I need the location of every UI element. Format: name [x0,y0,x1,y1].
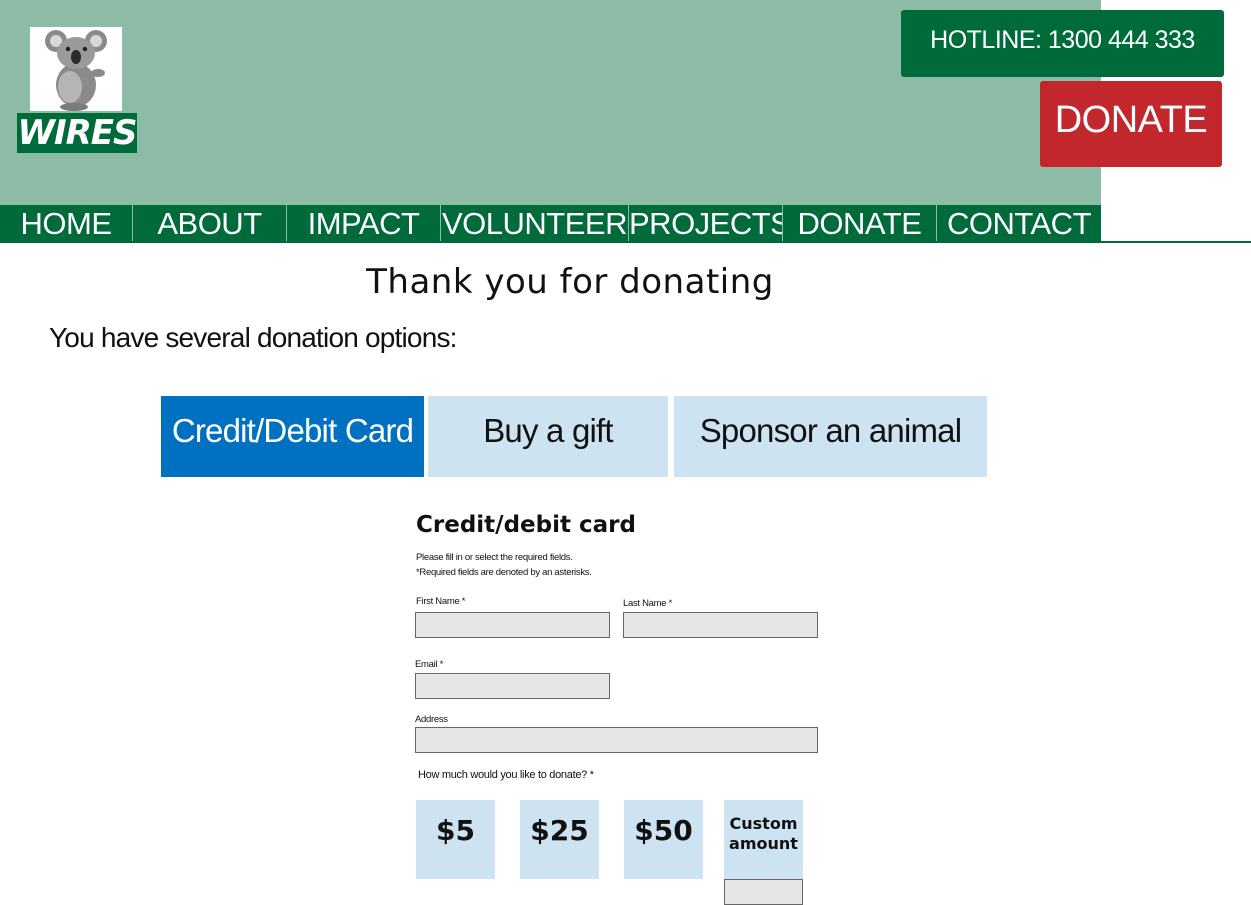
nav-item-contact[interactable]: CONTACT [937,205,1101,242]
amount-question: How much would you like to donate? * [418,769,594,781]
tab-sponsor-an-animal[interactable]: Sponsor an animal [674,396,987,477]
intro-text: You have several donation options: [49,322,457,353]
custom-amount-button[interactable]: Custom amount [724,800,803,879]
nav-item-home[interactable]: HOME [0,205,133,242]
form-note: Please fill in or select the required fi… [416,552,573,563]
nav-item-projects[interactable]: PROJECTS [629,205,783,242]
amount-25-button[interactable]: $25 [520,800,599,879]
nav-item-donate[interactable]: DONATE [783,205,937,242]
amount-50-button[interactable]: $50 [624,800,703,879]
first-name-label: First Name * [416,596,466,607]
custom-amount-field[interactable] [724,879,803,905]
koala-icon [30,27,122,111]
address-field[interactable] [415,727,818,753]
first-name-field[interactable] [415,612,610,638]
nav-divider [0,241,1251,243]
logo-wordmark: WIRES [17,113,138,153]
nav-item-about[interactable]: ABOUT [133,205,287,242]
amount-5-button[interactable]: $5 [416,800,495,879]
tab-buy-a-gift[interactable]: Buy a gift [428,396,668,477]
hotline-banner[interactable]: HOTLINE: 1300 444 333 [901,10,1224,77]
last-name-field[interactable] [623,612,818,638]
required-note: *Required fields are denoted by an aster… [416,567,592,578]
main-nav: HOME ABOUT IMPACT VOLUNTEER PROJECTS DON… [0,205,1101,242]
tab-credit-debit-card[interactable]: Credit/Debit Card [161,396,424,477]
wires-logo[interactable]: WIRES [17,27,138,153]
nav-item-volunteer[interactable]: VOLUNTEER [441,205,629,242]
email-field[interactable] [415,673,610,699]
address-label: Address [415,714,448,725]
page-title: Thank you for donating [366,262,774,302]
site-header: WIRES HOTLINE: 1300 444 333 DONATE [0,0,1224,205]
last-name-label: Last Name * [623,598,672,609]
donate-button[interactable]: DONATE [1040,81,1222,167]
email-label: Email * [415,659,443,670]
form-title: Credit/debit card [416,512,636,538]
nav-item-impact[interactable]: IMPACT [287,205,441,242]
